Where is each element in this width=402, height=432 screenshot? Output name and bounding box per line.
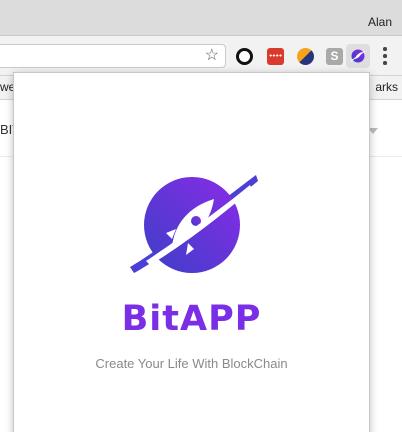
extension-popup: BitAPP Create Your Life With BlockChain — [13, 72, 370, 432]
browser-window: Alan ☆ S wes arks BIT BitAPP Create Your… — [0, 0, 402, 432]
half-circle-extension-icon[interactable] — [297, 48, 314, 65]
bitapp-logo-icon — [350, 49, 366, 63]
browser-toolbar: ☆ S — [0, 36, 402, 76]
address-bar[interactable]: ☆ — [0, 44, 226, 68]
star-icon[interactable]: ☆ — [205, 47, 219, 65]
s-extension-icon[interactable]: S — [326, 48, 343, 65]
other-bookmarks[interactable]: arks — [375, 80, 398, 94]
bitapp-extension-icon[interactable] — [346, 44, 370, 68]
more-vert-icon[interactable] — [380, 46, 390, 66]
ring-extension-icon[interactable] — [236, 48, 253, 65]
profile-name[interactable]: Alan — [368, 15, 392, 29]
password-extension-icon[interactable] — [267, 48, 284, 65]
brand-name: BitAPP — [121, 299, 262, 339]
bitapp-logo-icon — [130, 175, 258, 273]
title-bar: Alan — [0, 0, 402, 36]
tagline: Create Your Life With BlockChain — [95, 356, 288, 371]
